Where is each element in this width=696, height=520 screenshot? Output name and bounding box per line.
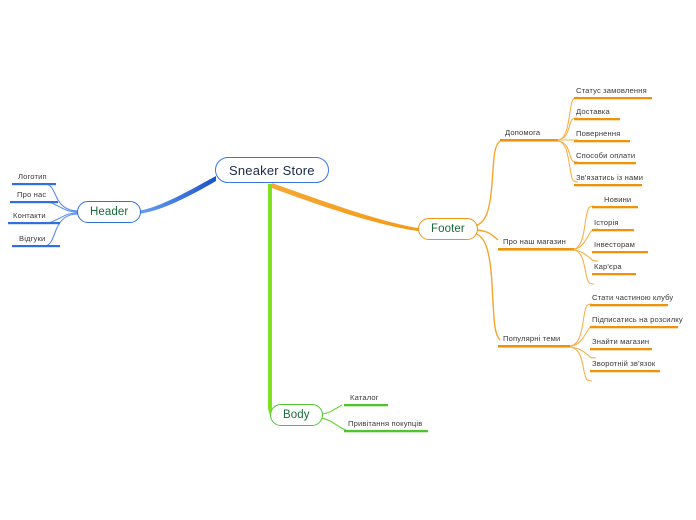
body-child-connectors bbox=[319, 404, 347, 431]
branch-node-body[interactable]: Body bbox=[270, 404, 323, 426]
subbranch-about-store[interactable]: Про наш магазин bbox=[503, 237, 566, 247]
leaf-find-store[interactable]: Знайти магазин bbox=[592, 337, 649, 347]
leaf-catalog[interactable]: Каталог bbox=[350, 393, 379, 403]
branch-node-footer[interactable]: Footer bbox=[418, 218, 478, 240]
subbranch-popular-topics[interactable]: Популярні теми bbox=[503, 334, 560, 344]
leaf-customer-greeting[interactable]: Привітання покупців bbox=[348, 419, 422, 429]
underline-popular-temy bbox=[498, 345, 570, 348]
leaf-join-club[interactable]: Стати частиною клубу bbox=[592, 293, 673, 303]
connector-root-footer bbox=[272, 183, 418, 231]
root-node[interactable]: Sneaker Store bbox=[215, 157, 329, 183]
leaf-header-logotype[interactable]: Логотип bbox=[18, 172, 47, 182]
leaf-header-reviews[interactable]: Відгуки bbox=[19, 234, 45, 244]
leaf-payment-methods[interactable]: Способи оплати bbox=[576, 151, 635, 161]
leaf-feedback[interactable]: Зворотній зв'язок bbox=[592, 359, 655, 369]
connector-root-body bbox=[268, 184, 281, 419]
leaf-header-contacts[interactable]: Контакти bbox=[13, 211, 46, 221]
dopomoha-child-connectors bbox=[557, 96, 579, 183]
connector-layer bbox=[8, 96, 678, 433]
leaf-header-about-us[interactable]: Про нас bbox=[17, 190, 46, 200]
subbranch-dopomoha[interactable]: Допомога bbox=[505, 128, 540, 138]
leaf-order-status[interactable]: Статус замовлення bbox=[576, 86, 647, 96]
underline-pro-nash-mahazyn bbox=[498, 248, 574, 251]
leaf-career[interactable]: Кар'єра bbox=[594, 262, 622, 272]
mindmap-canvas: Sneaker Store Header Логотип Про нас Кон… bbox=[0, 0, 696, 520]
leaf-contact-us[interactable]: Зв'язатись із нами bbox=[576, 173, 643, 183]
leaf-history[interactable]: Історія bbox=[594, 218, 619, 228]
underline-dopomoha bbox=[500, 139, 558, 142]
footer-subbranch-connectors bbox=[473, 140, 501, 341]
leaf-subscribe-newsletter[interactable]: Підписатись на розсилку bbox=[592, 315, 683, 325]
leaf-news[interactable]: Новини bbox=[604, 195, 631, 205]
header-child-connectors bbox=[43, 183, 79, 247]
branch-node-header[interactable]: Header bbox=[77, 201, 142, 223]
leaf-investors[interactable]: Інвесторам bbox=[594, 240, 635, 250]
leaf-returns[interactable]: Повернення bbox=[576, 129, 621, 139]
leaf-delivery[interactable]: Доставка bbox=[576, 107, 610, 117]
connector-root-header bbox=[137, 176, 216, 214]
